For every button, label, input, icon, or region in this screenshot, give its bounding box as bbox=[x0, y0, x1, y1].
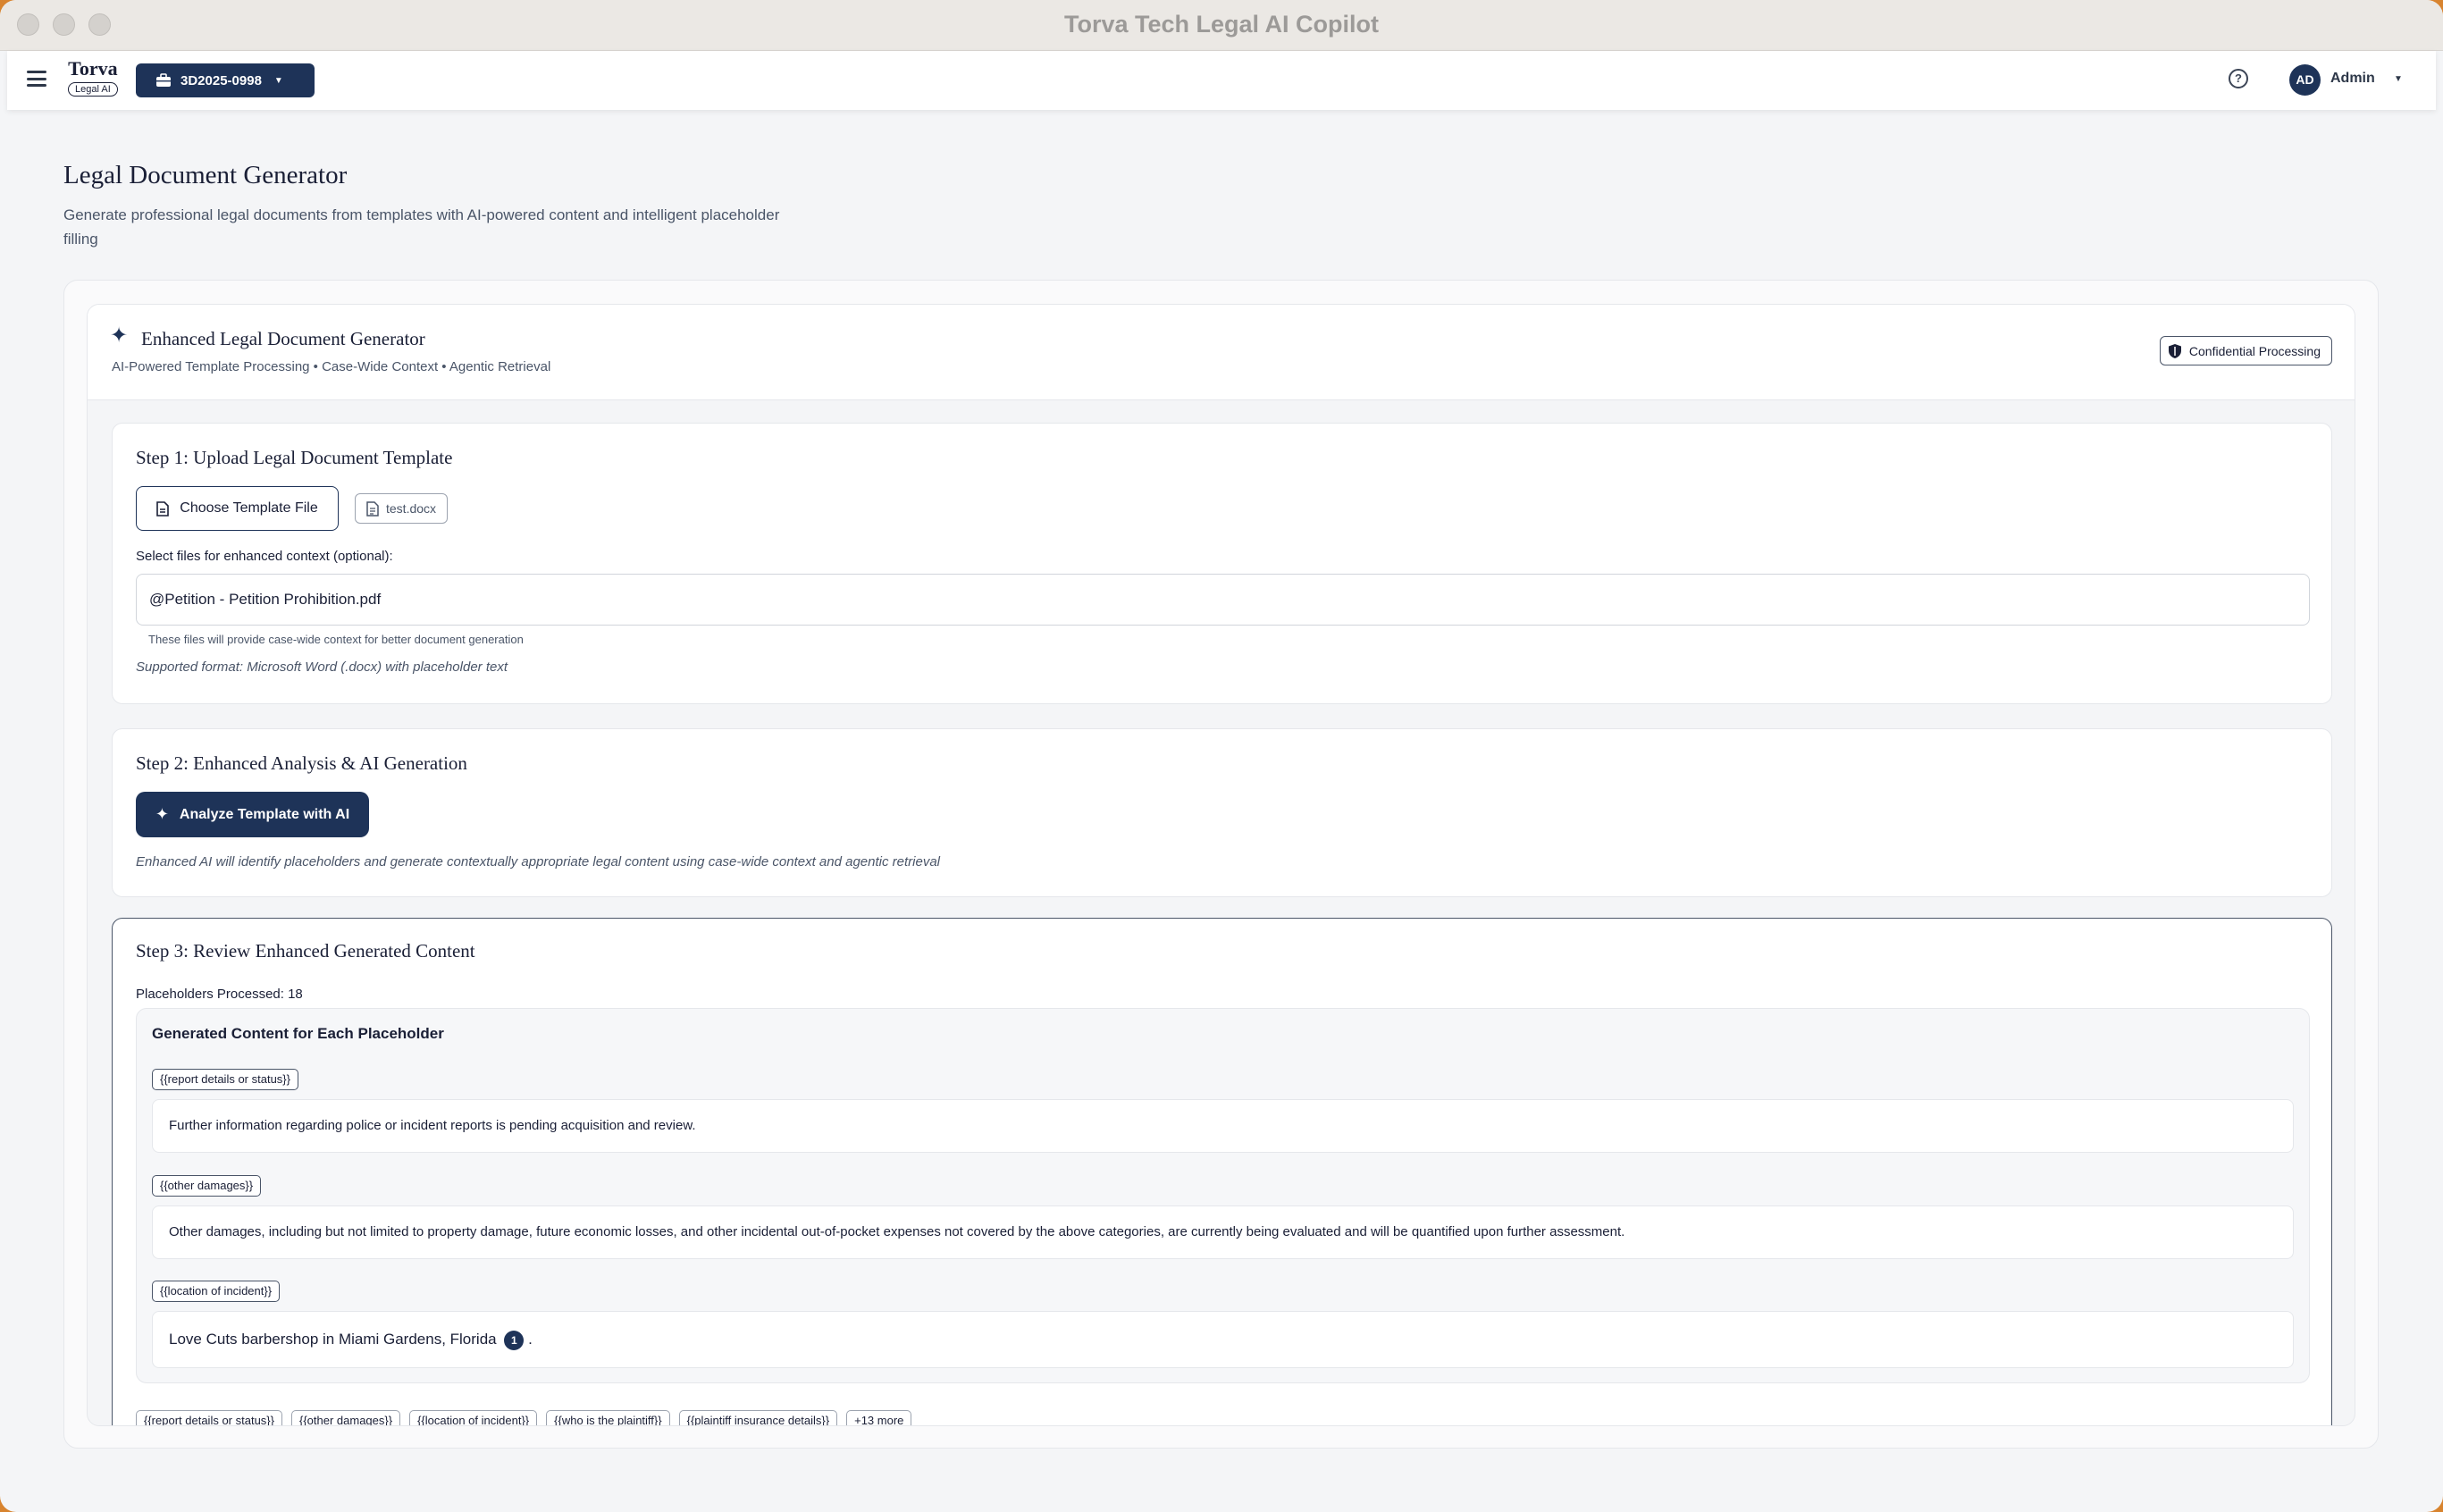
selected-file-name: test.docx bbox=[386, 501, 437, 516]
step3-title: Step 3: Review Enhanced Generated Conten… bbox=[136, 940, 475, 962]
placeholder-chip[interactable]: {{plaintiff insurance details}} bbox=[678, 1410, 838, 1425]
placeholder-chip[interactable]: {{location of incident}} bbox=[409, 1410, 538, 1425]
choose-template-label: Choose Template File bbox=[180, 500, 318, 516]
generator-card: ✦ Enhanced Legal Document Generator AI-P… bbox=[87, 304, 2355, 1426]
placeholder-content[interactable]: Other damages, including but not limited… bbox=[152, 1205, 2294, 1259]
placeholder-content-suffix: . bbox=[528, 1331, 533, 1348]
document-icon bbox=[366, 500, 379, 517]
app-header: Torva Legal AI 3D2025-0998 ▼ ? AD Admin … bbox=[7, 51, 2436, 110]
placeholder-tag: {{report details or status}} bbox=[152, 1069, 298, 1090]
placeholder-chip[interactable]: {{other damages}} bbox=[290, 1410, 401, 1425]
shield-icon bbox=[2168, 343, 2181, 358]
placeholder-content[interactable]: Further information regarding police or … bbox=[152, 1099, 2294, 1153]
selected-file-chip: test.docx bbox=[355, 493, 449, 524]
generator-subtitle: AI-Powered Template Processing • Case-Wi… bbox=[112, 359, 551, 374]
placeholder-chip[interactable]: {{report details or status}} bbox=[136, 1410, 282, 1425]
context-files-helper: These files will provide case-wide conte… bbox=[148, 633, 524, 646]
placeholders-processed: Placeholders Processed: 18 bbox=[136, 987, 303, 1002]
choose-template-button[interactable]: Choose Template File bbox=[136, 486, 339, 531]
analyze-template-label: Analyze Template with AI bbox=[179, 806, 350, 822]
help-icon[interactable]: ? bbox=[2229, 69, 2248, 88]
step2-title: Step 2: Enhanced Analysis & AI Generatio… bbox=[136, 752, 467, 774]
file-icon bbox=[156, 500, 170, 517]
placeholder-chips: {{report details or status}} {{other dam… bbox=[136, 1410, 912, 1425]
window-title: Torva Tech Legal AI Copilot bbox=[1063, 11, 1380, 38]
sparkle-icon: ✦ bbox=[155, 805, 169, 823]
title-bar: Torva Tech Legal AI Copilot bbox=[0, 0, 2443, 51]
step1-title: Step 1: Upload Legal Document Template bbox=[136, 447, 453, 468]
placeholder-content[interactable]: Love Cuts barbershop in Miami Gardens, F… bbox=[152, 1311, 2294, 1368]
step2-card: Step 2: Enhanced Analysis & AI Generatio… bbox=[112, 728, 2332, 897]
placeholder-tag: {{other damages}} bbox=[152, 1175, 262, 1197]
generated-content-panel: Generated Content for Each Placeholder {… bbox=[136, 1008, 2310, 1383]
placeholder-content-text: Other damages, including but not limited… bbox=[169, 1224, 1625, 1239]
confidential-label: Confidential Processing bbox=[2188, 343, 2321, 358]
brand-name: Torva bbox=[68, 57, 118, 80]
placeholder-content-text: Love Cuts barbershop in Miami Gardens, F… bbox=[169, 1331, 497, 1348]
generated-content-title: Generated Content for Each Placeholder bbox=[152, 1025, 444, 1042]
step1-card: Step 1: Upload Legal Document Template C… bbox=[112, 423, 2332, 704]
chevron-down-icon: ▼ bbox=[273, 75, 283, 86]
analysis-note: Enhanced AI will identify placeholders a… bbox=[136, 854, 940, 869]
confidential-badge: Confidential Processing bbox=[2159, 336, 2332, 365]
supported-format-note: Supported format: Microsoft Word (.docx)… bbox=[136, 659, 508, 675]
page-subtitle: Generate professional legal documents fr… bbox=[63, 206, 780, 248]
context-files-input[interactable]: @Petition - Petition Prohibition.pdf bbox=[136, 574, 2310, 626]
step3-card: Step 3: Review Enhanced Generated Conten… bbox=[112, 918, 2332, 1425]
avatar[interactable]: AD bbox=[2289, 64, 2321, 96]
generator-header: ✦ Enhanced Legal Document Generator AI-P… bbox=[88, 305, 2355, 400]
citation-badge[interactable]: 1 bbox=[504, 1330, 525, 1350]
sparkle-icon: ✦ bbox=[110, 323, 129, 348]
user-menu-chevron-icon[interactable]: ▼ bbox=[2394, 74, 2403, 84]
brand-logo: Torva Legal AI bbox=[68, 58, 118, 97]
generator-title: Enhanced Legal Document Generator bbox=[141, 328, 425, 349]
analyze-template-button[interactable]: ✦ Analyze Template with AI bbox=[136, 792, 369, 837]
brand-badge: Legal AI bbox=[68, 82, 118, 97]
briefcase-icon bbox=[156, 73, 171, 87]
placeholder-content-text: Further information regarding police or … bbox=[169, 1118, 696, 1133]
case-selector-button[interactable]: 3D2025-0998 ▼ bbox=[136, 63, 315, 97]
more-placeholders-chip[interactable]: +13 more bbox=[846, 1410, 912, 1425]
menu-icon[interactable] bbox=[27, 71, 46, 87]
user-name[interactable]: Admin bbox=[2330, 71, 2375, 87]
app-window: Torva Tech Legal AI Copilot Torva Legal … bbox=[0, 0, 2443, 1512]
page-title: Legal Document Generator bbox=[63, 161, 348, 189]
case-id: 3D2025-0998 bbox=[180, 72, 262, 88]
context-files-label: Select files for enhanced context (optio… bbox=[136, 549, 393, 564]
placeholder-tag: {{location of incident}} bbox=[152, 1281, 281, 1302]
placeholder-chip[interactable]: {{who is the plaintiff}} bbox=[546, 1410, 670, 1425]
